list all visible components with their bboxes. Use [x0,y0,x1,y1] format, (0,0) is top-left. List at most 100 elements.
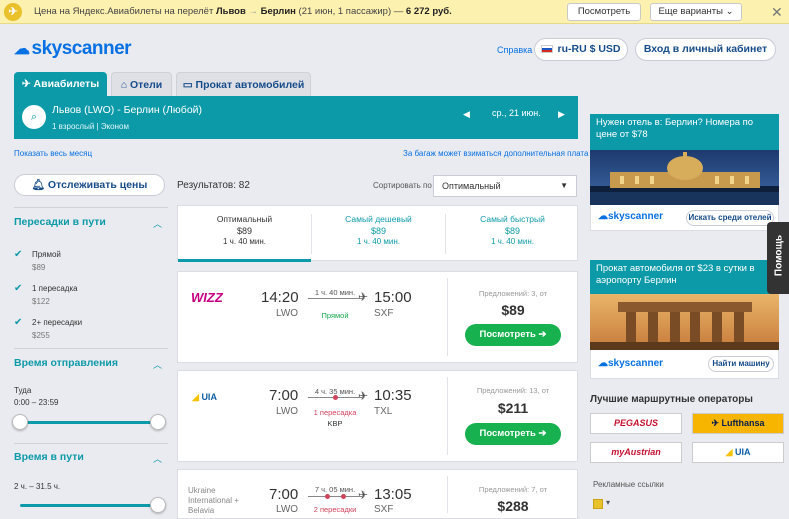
prev-date-icon[interactable]: ◀ [463,109,470,120]
ad-links-label: Рекламные ссылки [593,480,664,489]
uia-mark-icon: ◢ [725,447,733,457]
departure-slider-min-handle[interactable] [12,414,28,430]
stop-dot [341,494,346,499]
sort-value: Оптимальный [442,181,501,191]
promo-logo-text: skyscanner [608,358,664,369]
offers-count: Предложений: 3, от [478,289,548,298]
sort-tab-label: Самый быстрый [480,214,545,224]
divider [14,207,168,208]
operator-lufthansa[interactable]: ✈ Lufthansa [692,413,784,434]
promo-logo: ☁skyscanner [598,358,663,369]
logo-icon: ☁ [598,358,608,369]
yandex-price: 6 272 руб. [405,6,452,17]
plane-arrow-icon: ✈ [358,488,369,502]
yandex-more-label: Еще варианты [658,6,723,17]
car-icon: ▭ [182,79,193,91]
yandex-view-button[interactable]: Посмотреть [567,3,641,21]
carrier-name: UIA [201,392,217,402]
yandex-prefix: Цена на Яндекс.Авиабилеты на перелёт [34,6,214,17]
checkbox-direct[interactable]: ✔ [14,249,22,260]
departure-slider-track [20,421,160,424]
tab-flights-label: Авиабилеты [33,78,100,90]
departure-airport: LWO [276,406,299,417]
stops-label: Прямой [321,311,349,320]
view-deal-button[interactable]: Посмотреть ➔ [465,324,561,346]
departure-time: 7:00 [269,486,299,503]
tab-hotels[interactable]: ⌂ Отели [111,72,172,96]
uia-mark-icon: ◢ [192,392,199,402]
sort-tab-duration: 1 ч. 40 мин. [356,237,400,246]
uia-logo: ◢ UIA [192,392,217,403]
chevron-up-icon[interactable]: ︿ [153,452,162,465]
whole-month-link[interactable]: Показать весь месяц [14,149,92,158]
yandex-logo-icon: ✈ [4,3,22,21]
sort-tab-price: $89 [370,226,387,236]
search-icon[interactable]: ⌕ [22,105,46,129]
close-icon[interactable]: ✕ [771,4,783,21]
divider [14,348,168,349]
duration-slider-track [20,504,160,507]
tab-flights[interactable]: ✈ Авиабилеты [14,72,107,96]
departure-title[interactable]: Время отправления [14,357,118,369]
checkbox-two-stops[interactable]: ✔ [14,317,22,328]
duration-slider-max-handle[interactable] [150,497,166,513]
chevron-up-icon[interactable]: ︿ [153,358,162,371]
sort-tab-best[interactable]: Оптимальный $89 1 ч. 40 мин. [178,206,311,262]
passengers-text: 1 взрослый | Эконом [52,122,129,131]
logo-text: skyscanner [31,38,132,59]
stop-option-label: 2+ пересадки [32,318,83,327]
dropdown-arrow-icon[interactable]: ▾ [606,498,610,507]
offers-count: Предложений: 13, от [476,386,550,395]
help-link[interactable]: Справка [497,45,532,55]
yandex-bar-text: Цена на Яндекс.Авиабилеты на перелёт Льв… [34,6,452,17]
car-promo-text: Прокат автомобиля от $23 в сутки в аэроп… [590,260,779,294]
operator-name: UIA [734,447,751,457]
divider [14,443,168,444]
logo-icon: ☁ [14,41,30,58]
sort-tab-label: Самый дешевый [345,214,412,224]
russia-flag-icon [541,45,554,54]
stops-label: 1 пересадка [313,408,357,417]
help-tab-label: Помощь [773,234,785,277]
duration-range: 2 ч. – 31.5 ч. [14,482,61,491]
flight-price: $211 [497,400,529,416]
chevron-up-icon[interactable]: ︿ [153,217,162,230]
date-text[interactable]: ср., 21 июн. [492,108,541,118]
find-car-button[interactable]: Найти машину [708,356,774,372]
locale-button[interactable]: ru-RU $ USD [534,38,628,61]
next-date-icon[interactable]: ▶ [558,109,565,120]
chevron-down-icon: ⌄ [725,6,734,17]
arrival-airport: SXF [374,308,394,319]
skyscanner-logo[interactable]: ☁ skyscanner [14,38,132,60]
dropdown-arrow-icon: ▼ [560,181,568,190]
promo-logo-text: skyscanner [608,211,664,222]
track-prices-button[interactable]: 🔔︎ Отслеживать цены [14,174,165,196]
tab-car-rental[interactable]: ▭ Прокат автомобилей [176,72,311,96]
checkbox-one-stop[interactable]: ✔ [14,283,22,294]
login-button[interactable]: Вход в личный кабинет [635,38,776,61]
wizz-logo: WIZZ [191,290,223,305]
operator-pegasus[interactable]: PEGASUS [590,413,682,434]
cabin-label: Эконом [100,122,129,131]
stop-option-label: 1 пересадка [32,284,78,293]
route-line [308,496,362,497]
search-hotels-button[interactable]: Искать среди отелей [686,210,774,226]
bed-icon: ⌂ [120,79,128,91]
arrival-time: 10:35 [374,387,412,404]
baggage-link[interactable]: За багаж может взиматься дополнительная … [403,149,588,158]
yandex-more-button[interactable]: Еще варианты ⌄ [650,3,742,21]
help-tab[interactable]: Помощь [767,222,789,294]
operator-austrian[interactable]: myAustrian [590,442,682,463]
operator-uia[interactable]: ◢ UIA [692,442,784,463]
departure-slider-max-handle[interactable] [150,414,166,430]
arrow-right-icon: → [248,6,258,17]
plane-arrow-icon: ✈ [358,290,369,304]
ad-badge-icon[interactable] [593,499,603,509]
tab-hotels-label: Отели [129,79,163,91]
view-deal-button[interactable]: Посмотреть ➔ [465,423,561,445]
stops-title[interactable]: Пересадки в пути [14,216,106,228]
sort-tab-cheapest[interactable]: Самый дешевый $89 1 ч. 40 мин. [312,206,445,262]
sort-select[interactable]: Оптимальный ▼ [433,175,577,197]
duration-title[interactable]: Время в пути [14,451,84,463]
sort-tab-fastest[interactable]: Самый быстрый $89 1 ч. 40 мин. [446,206,579,262]
